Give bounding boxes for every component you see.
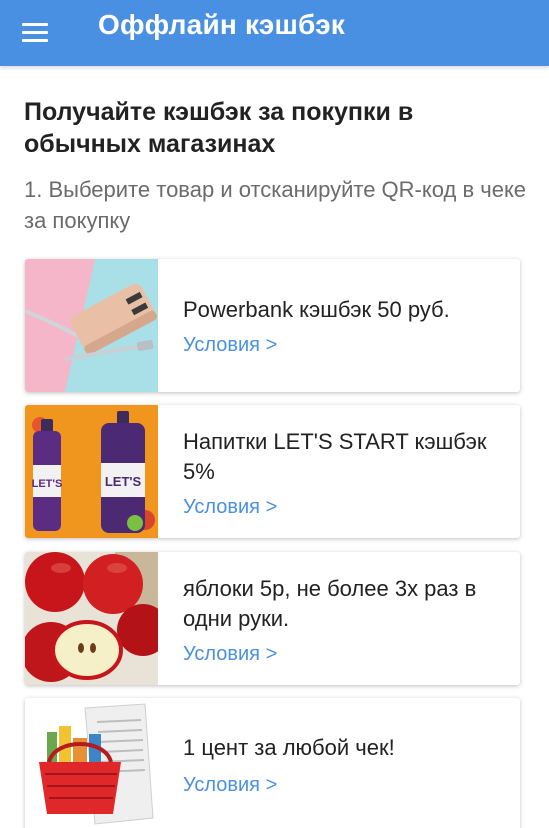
offer-card-apples[interactable]: яблоки 5р, не более 3х раз в одни руки. … <box>25 552 520 685</box>
step-instruction: 1. Выберите товар и отсканируйте QR-код … <box>24 177 527 233</box>
app-bar: Оффлайн кэшбэк <box>0 0 549 66</box>
conditions-link[interactable]: Условия > <box>183 643 277 666</box>
receipt-basket-image <box>25 698 158 828</box>
apples-image <box>25 552 158 685</box>
offer-card-drinks[interactable]: LET'S LET'S Напитки LET'S START кэшбэк 5… <box>25 405 520 538</box>
offer-text: Powerbank кэшбэк 50 руб. <box>183 297 450 322</box>
hamburger-menu-icon[interactable] <box>22 17 52 47</box>
offer-card-powerbank[interactable]: Powerbank кэшбэк 50 руб. Условия > <box>25 259 520 392</box>
offer-text: 1 цент за любой чек! <box>183 735 395 760</box>
drinks-image: LET'S LET'S <box>25 405 158 538</box>
intro-heading: Получайте кэшбэк за покупки в обычных ма… <box>24 98 414 158</box>
page-title: Оффлайн кэшбэк <box>98 9 345 40</box>
svg-text:LET'S: LET'S <box>32 478 63 490</box>
conditions-link[interactable]: Условия > <box>183 496 277 519</box>
offer-text: Напитки LET'S START кэшбэк 5% <box>183 429 487 484</box>
offer-text: яблоки 5р, не более 3х раз в одни руки. <box>183 576 477 631</box>
powerbank-image <box>25 259 158 392</box>
offer-card-receipt[interactable]: 1 цент за любой чек! Условия > <box>25 698 520 828</box>
conditions-link[interactable]: Условия > <box>183 774 277 797</box>
svg-text:LET'S: LET'S <box>105 474 142 489</box>
conditions-link[interactable]: Условия > <box>183 334 277 357</box>
